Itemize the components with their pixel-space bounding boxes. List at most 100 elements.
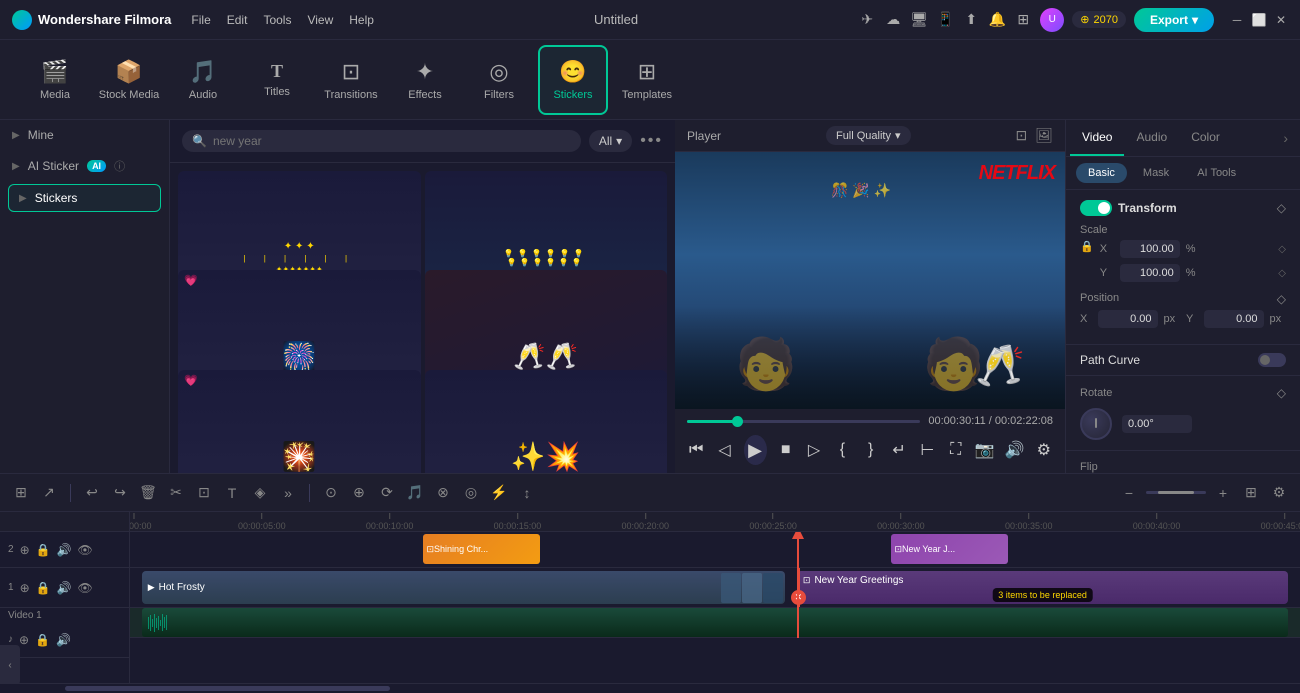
tab-video[interactable]: Video [1070,120,1124,156]
transform-diamond-icon[interactable]: ◇ [1277,201,1286,215]
track2-eye-icon[interactable]: 👁 [78,543,93,557]
panel-item-mine[interactable]: ▶ Mine [0,120,169,150]
send-icon[interactable]: ✈ [858,11,876,29]
toolbar-stickers[interactable]: 😊 Stickers [538,45,608,115]
zoom-out-button[interactable]: − [1118,482,1140,504]
monitor-icon[interactable]: 🖥 [910,11,928,29]
menu-view[interactable]: View [307,13,333,27]
toolbar-audio[interactable]: 🎵 Audio [168,45,238,115]
track1-add-icon[interactable]: ⊕ [20,581,30,595]
color-button[interactable]: ◈ [249,482,271,504]
audio-clip-button[interactable]: 🎵 [404,482,426,504]
settings-button[interactable]: ⚙ [1035,438,1053,462]
scale-y-input[interactable] [1120,264,1180,282]
track1-lock-icon[interactable]: 🔒 [36,581,51,595]
position-x-input[interactable] [1098,310,1158,328]
quality-dropdown[interactable]: Full Quality ▾ [826,126,911,145]
skip-back-button[interactable]: ⏮ [687,438,705,462]
scroll-thumb[interactable] [65,686,390,691]
transition2-button[interactable]: ↕ [516,482,538,504]
scale-x-input[interactable] [1120,240,1180,258]
share-icon[interactable]: ⬆ [962,11,980,29]
grid-icon[interactable]: ⊞ [1014,11,1032,29]
toolbar-transitions[interactable]: ⊡ Transitions [316,45,386,115]
tab-color[interactable]: Color [1179,120,1232,156]
search-input[interactable] [213,134,571,148]
screen-record-button[interactable]: ⊕ [348,482,370,504]
more-tools-button[interactable]: » [277,482,299,504]
speed-button[interactable]: ⟳ [376,482,398,504]
snapshot-button[interactable]: 📷 [975,438,995,462]
audio1-sound-icon[interactable]: 🔊 [56,633,71,647]
mark-in-button[interactable]: { [833,438,851,462]
menu-tools[interactable]: Tools [263,13,291,27]
track2-lock-icon[interactable]: 🔒 [36,543,51,557]
user-avatar[interactable]: U [1040,8,1064,32]
play-button[interactable]: ▶ [744,435,767,465]
split-button[interactable]: ⊢ [918,438,936,462]
track1-eye-icon[interactable]: 👁 [78,581,93,595]
toolbar-effects[interactable]: ✦ Effects [390,45,460,115]
audio-clip[interactable] [142,608,1289,637]
rotate-dial[interactable] [1080,408,1112,440]
export-button[interactable]: Export ▾ [1134,8,1214,32]
redo-button[interactable]: ↪ [109,482,131,504]
filter-dropdown[interactable]: All ▾ [589,130,632,152]
menu-edit[interactable]: Edit [227,13,248,27]
phone-icon[interactable]: 📱 [936,11,954,29]
stabilize-button[interactable]: ◎ [460,482,482,504]
zoom-in-button[interactable]: + [1212,482,1234,504]
toolbar-titles[interactable]: T Titles [242,45,312,115]
ripple-button[interactable]: ↵ [890,438,908,462]
panel-item-ai-sticker[interactable]: ▶ AI Sticker AI ⓘ [0,150,169,182]
frame-forward-button[interactable]: ▷ [805,438,823,462]
cut-button[interactable]: ✂ [165,482,187,504]
subtab-basic[interactable]: Basic [1076,163,1127,183]
playhead[interactable] [797,532,799,638]
fullscreen-button[interactable]: ⛶ [947,438,965,462]
rotate-diamond-icon[interactable]: ◇ [1277,386,1286,400]
scale-y-diamond-icon[interactable]: ◇ [1278,268,1286,279]
settings2-button[interactable]: ⚙ [1268,482,1290,504]
clip-hot-frosty[interactable]: ▶ Hot Frosty [142,571,786,604]
lock-icon[interactable]: 🔒 [1080,240,1094,253]
text-button[interactable]: T [221,482,243,504]
menu-help[interactable]: Help [349,13,374,27]
grid-view-icon[interactable]: ⊡ [1015,127,1027,144]
path-curve-toggle[interactable] [1258,353,1286,367]
toolbar-stock-media[interactable]: 📦 Stock Media [94,45,164,115]
tab-audio[interactable]: Audio [1124,120,1179,156]
zoom-track[interactable] [1146,491,1206,494]
scale-x-diamond-icon[interactable]: ◇ [1278,244,1286,255]
toolbar-media[interactable]: 🎬 Media [20,45,90,115]
ai-smart-button[interactable]: ⚡ [488,482,510,504]
maximize-button[interactable]: ⬜ [1252,13,1266,27]
mask2-button[interactable]: ⊗ [432,482,454,504]
panel-item-stickers[interactable]: ▶ Stickers [8,184,161,212]
sticker-item-6[interactable]: ✨💥 ⬇ [425,370,668,473]
close-button[interactable]: ✕ [1274,13,1288,27]
grid-layout-button[interactable]: ⊞ [1240,482,1262,504]
position-y-input[interactable] [1204,310,1264,328]
minimize-button[interactable]: ─ [1230,13,1244,27]
clip-new-year-greetings[interactable]: ⊡ New Year Greetings 3 items to be repla… [797,571,1288,604]
transform-toggle[interactable] [1080,200,1112,216]
save-cloud-icon[interactable]: ☁ [884,11,902,29]
rotate-input[interactable] [1122,415,1192,433]
bell-icon[interactable]: 🔔 [988,11,1006,29]
frame-back-button[interactable]: ◁ [715,438,733,462]
crop-button[interactable]: ⊡ [193,482,215,504]
audio1-lock-icon[interactable]: 🔒 [35,633,50,647]
track2-sound-icon[interactable]: 🔊 [57,543,72,557]
stop-button[interactable]: ■ [777,438,795,462]
circle-button[interactable]: ⊙ [320,482,342,504]
panel-expand-arrow[interactable]: › [1275,122,1296,154]
position-diamond-icon[interactable]: ◇ [1277,292,1286,306]
track1-sound-icon[interactable]: 🔊 [57,581,72,595]
volume-button[interactable]: 🔊 [1005,438,1025,462]
image-view-icon[interactable]: 🖼 [1035,127,1053,144]
menu-file[interactable]: File [191,13,210,27]
progress-track[interactable] [687,420,920,423]
track2-add-icon[interactable]: ⊕ [20,543,30,557]
clip-new-year-j[interactable]: ⊡ New Year J... [891,534,1008,564]
